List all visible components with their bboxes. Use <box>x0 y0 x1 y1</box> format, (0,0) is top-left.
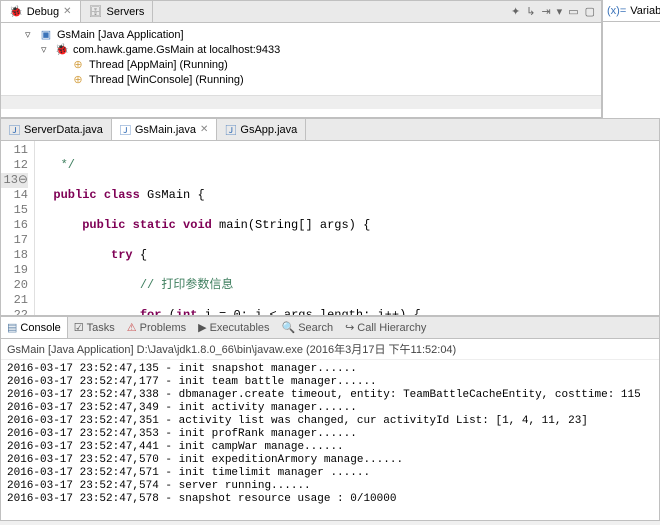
code-text: ( <box>161 308 175 315</box>
tab-search[interactable]: 🔍 Search <box>276 317 340 338</box>
call-hierarchy-icon: ↪ <box>345 321 354 334</box>
code-text: main(String[] args) { <box>212 218 370 232</box>
remove-terminated-icon[interactable]: ✦ <box>511 5 520 18</box>
console-view: ▤ Console ☑ Tasks ⚠ Problems ▶ Executabl… <box>0 316 660 521</box>
minimize-icon[interactable]: ▭ <box>568 5 578 18</box>
tab-label: GsMain.java <box>135 124 196 136</box>
problems-icon: ⚠ <box>127 321 137 334</box>
console-line: 2016-03-17 23:52:47,441 - init campWar m… <box>7 441 653 454</box>
maximize-icon[interactable]: ▢ <box>585 5 595 18</box>
tree-node-app[interactable]: ▿ ▣ GsMain [Java Application] <box>9 27 601 42</box>
bug-icon: 🐞 <box>9 5 23 18</box>
code-text: i = 0; i < args.length; i++) { <box>197 308 420 315</box>
console-line: 2016-03-17 23:52:47,571 - init timelimit… <box>7 467 653 480</box>
tab-gsmain[interactable]: 🄹 GsMain.java ✕ <box>112 119 218 140</box>
tab-label: Console <box>20 322 60 334</box>
tab-label: Call Hierarchy <box>357 322 426 334</box>
tree-label: Thread [WinConsole] (Running) <box>89 74 244 86</box>
code-text: for <box>140 308 162 315</box>
tab-debug[interactable]: 🐞 Debug ✕ <box>1 1 81 22</box>
code-area[interactable]: */ public class GsMain { public static v… <box>35 141 659 315</box>
code-text: GsMain { <box>140 188 205 202</box>
thread-icon: ⊕ <box>71 73 85 86</box>
code-text: // 打印参数信息 <box>140 278 234 292</box>
code-text: { <box>133 248 147 262</box>
tab-label: Problems <box>140 322 186 334</box>
console-process-label: GsMain [Java Application] D:\Java\jdk1.8… <box>1 339 659 360</box>
tree-label: GsMain [Java Application] <box>57 29 184 41</box>
code-text: int <box>176 308 198 315</box>
console-tab-bar: ▤ Console ☑ Tasks ⚠ Problems ▶ Executabl… <box>1 317 659 339</box>
tree-label: Thread [AppMain] (Running) <box>89 59 228 71</box>
java-file-icon: 🄹 <box>9 122 20 138</box>
console-line: 2016-03-17 23:52:47,349 - init activity … <box>7 402 653 415</box>
debug-view: 🐞 Debug ✕ 🗄 Servers ✦ ↳ ⇥ ▾ ▭ ▢ ▿ ▣ GsMa… <box>0 0 602 118</box>
variables-tab-bar: (x)= Variable <box>603 0 660 22</box>
console-line: 2016-03-17 23:52:47,135 - init snapshot … <box>7 363 653 376</box>
editor-view: 🄹 ServerData.java 🄹 GsMain.java ✕ 🄹 GsAp… <box>0 118 660 316</box>
code-text: */ <box>61 158 75 172</box>
twisty-icon[interactable]: ▿ <box>41 43 51 56</box>
tab-call-hierarchy[interactable]: ↪ Call Hierarchy <box>339 317 432 338</box>
tab-label: GsApp.java <box>240 124 297 136</box>
twisty-icon[interactable]: ▿ <box>25 28 35 41</box>
code-text: public class <box>53 188 139 202</box>
search-icon: 🔍 <box>282 321 296 334</box>
editor-tab-bar: 🄹 ServerData.java 🄹 GsMain.java ✕ 🄹 GsAp… <box>1 119 659 141</box>
tree-node-thread[interactable]: ⊕ Thread [AppMain] (Running) <box>9 57 601 72</box>
code-text: public static void <box>82 218 212 232</box>
java-file-icon: 🄹 <box>225 122 236 138</box>
editor-body[interactable]: 111213⊖14151617181920212223 */ public cl… <box>1 141 659 315</box>
tab-console[interactable]: ▤ Console <box>1 317 68 338</box>
tab-gsapp[interactable]: 🄹 GsApp.java <box>217 119 306 140</box>
tab-label: Variable <box>630 5 660 17</box>
tree-label: com.hawk.game.GsMain at localhost:9433 <box>73 44 280 56</box>
tab-label: ServerData.java <box>24 124 103 136</box>
line-gutter: 111213⊖14151617181920212223 <box>1 141 35 315</box>
variables-icon: (x)= <box>607 5 626 17</box>
console-line: 2016-03-17 23:52:47,570 - init expeditio… <box>7 454 653 467</box>
console-line: 2016-03-17 23:52:47,574 - server running… <box>7 480 653 493</box>
collapse-icon[interactable]: ⇥ <box>541 5 550 18</box>
console-icon: ▤ <box>7 321 17 334</box>
code-text: try <box>111 248 133 262</box>
tab-problems[interactable]: ⚠ Problems <box>121 317 192 338</box>
tab-label: Debug <box>27 6 59 18</box>
tab-label: Executables <box>210 322 270 334</box>
tab-label: Tasks <box>87 322 115 334</box>
tab-tasks[interactable]: ☑ Tasks <box>68 317 121 338</box>
tab-servers[interactable]: 🗄 Servers <box>81 1 154 22</box>
console-line: 2016-03-17 23:52:47,351 - activity list … <box>7 415 653 428</box>
tab-serverdata[interactable]: 🄹 ServerData.java <box>1 119 112 140</box>
java-app-icon: ▣ <box>39 28 53 41</box>
step-icon[interactable]: ↳ <box>526 5 535 18</box>
horizontal-scrollbar[interactable] <box>1 95 601 109</box>
tree-node-thread[interactable]: ⊕ Thread [WinConsole] (Running) <box>9 72 601 87</box>
debug-tab-bar: 🐞 Debug ✕ 🗄 Servers ✦ ↳ ⇥ ▾ ▭ ▢ <box>1 1 601 23</box>
debug-target-icon: 🐞 <box>55 43 69 56</box>
close-icon[interactable]: ✕ <box>200 124 208 135</box>
tab-label: Servers <box>106 6 144 18</box>
console-line: 2016-03-17 23:52:47,353 - init profRank … <box>7 428 653 441</box>
thread-icon: ⊕ <box>71 58 85 71</box>
tab-executables[interactable]: ▶ Executables <box>192 317 275 338</box>
console-line: 2016-03-17 23:52:47,338 - dbmanager.crea… <box>7 389 653 402</box>
tasks-icon: ☑ <box>74 321 84 334</box>
executables-icon: ▶ <box>198 321 206 334</box>
console-line: 2016-03-17 23:52:47,578 - snapshot resou… <box>7 493 653 506</box>
close-icon[interactable]: ✕ <box>63 6 71 17</box>
tab-variables[interactable]: (x)= Variable <box>603 0 660 21</box>
tab-label: Search <box>298 322 333 334</box>
console-line: 2016-03-17 23:52:47,177 - init team batt… <box>7 376 653 389</box>
debug-tree[interactable]: ▿ ▣ GsMain [Java Application] ▿ 🐞 com.ha… <box>1 23 601 95</box>
variables-view: (x)= Variable <box>602 0 660 118</box>
menu-icon[interactable]: ▾ <box>557 5 563 18</box>
tree-node-connection[interactable]: ▿ 🐞 com.hawk.game.GsMain at localhost:94… <box>9 42 601 57</box>
servers-icon: 🗄 <box>89 5 103 18</box>
java-file-icon: 🄹 <box>120 122 131 138</box>
debug-toolbar: ✦ ↳ ⇥ ▾ ▭ ▢ <box>511 5 601 18</box>
console-output[interactable]: 2016-03-17 23:52:47,135 - init snapshot … <box>1 360 659 520</box>
